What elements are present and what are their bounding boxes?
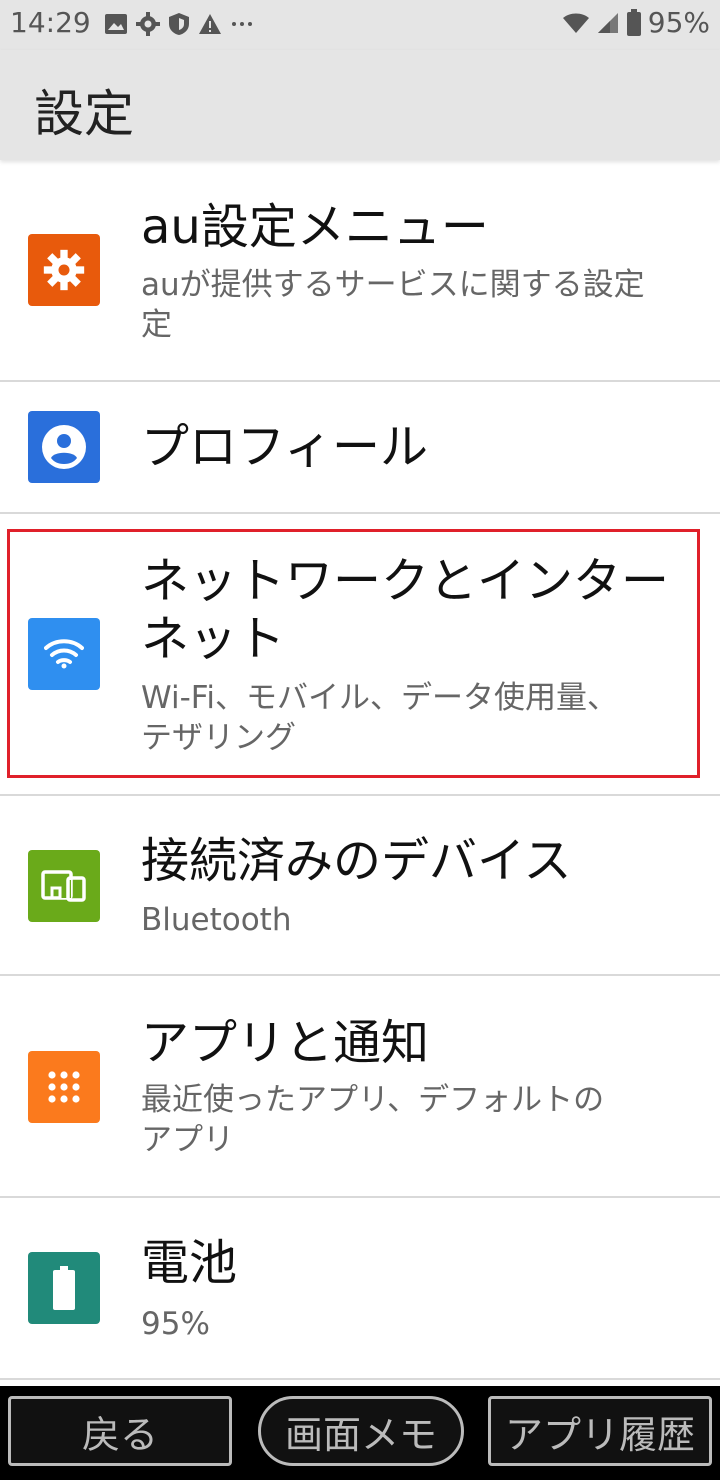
warning-icon (199, 14, 221, 34)
more-icon (232, 22, 252, 26)
back-button[interactable]: 戻る (8, 1396, 232, 1466)
apps-icon (28, 1051, 100, 1123)
item-title: au設定メニュー (141, 199, 489, 255)
gear-icon (136, 12, 160, 36)
item-subtitle-line2: 定 (141, 307, 172, 343)
item-subtitle-line2: アプリ (141, 1122, 234, 1158)
item-title: アプリと通知 (141, 1015, 430, 1071)
item-title: プロフィール (141, 419, 429, 475)
status-left-icons (104, 12, 254, 36)
image-icon (105, 14, 127, 34)
status-right-icons: 95% (562, 6, 710, 39)
person-icon (28, 411, 100, 483)
battery-icon (28, 1252, 100, 1324)
wifi-icon (562, 13, 589, 33)
settings-item-connected-devices[interactable]: 接続済みのデバイス Bluetooth (0, 796, 720, 974)
shield-icon (169, 13, 189, 35)
item-subtitle: 最近使ったアプリ、デフォルトの (141, 1082, 605, 1118)
item-title: 電池 (141, 1235, 238, 1291)
item-title: 接続済みのデバイス (141, 833, 572, 889)
highlight-box (7, 529, 700, 778)
item-subtitle: 95% (141, 1306, 210, 1342)
navigation-bar: 戻る 画面メモ アプリ履歴 (0, 1386, 720, 1480)
battery-percent: 95% (647, 6, 710, 39)
item-subtitle: auが提供するサービスに関する設定 (141, 267, 645, 303)
app-bar: 設定 (0, 50, 720, 160)
status-bar: 14:29 95% (0, 0, 720, 50)
settings-item-profile[interactable]: プロフィール (0, 382, 720, 512)
gear-icon (28, 234, 100, 306)
screen-memo-button[interactable]: 画面メモ (258, 1396, 464, 1466)
item-subtitle: Bluetooth (141, 902, 292, 938)
settings-item-apps[interactable]: アプリと通知 最近使ったアプリ、デフォルトの アプリ (0, 976, 720, 1196)
settings-item-au-menu[interactable]: au設定メニュー auが提供するサービスに関する設定 定 (0, 162, 720, 380)
signal-icon (597, 12, 618, 33)
app-history-button[interactable]: アプリ履歴 (488, 1396, 712, 1466)
devices-icon (28, 850, 100, 922)
divider (0, 1378, 720, 1380)
settings-item-battery[interactable]: 電池 95% (0, 1198, 720, 1378)
page-title: 設定 (34, 85, 134, 143)
battery-icon (626, 8, 641, 36)
status-time: 14:29 (10, 6, 91, 39)
